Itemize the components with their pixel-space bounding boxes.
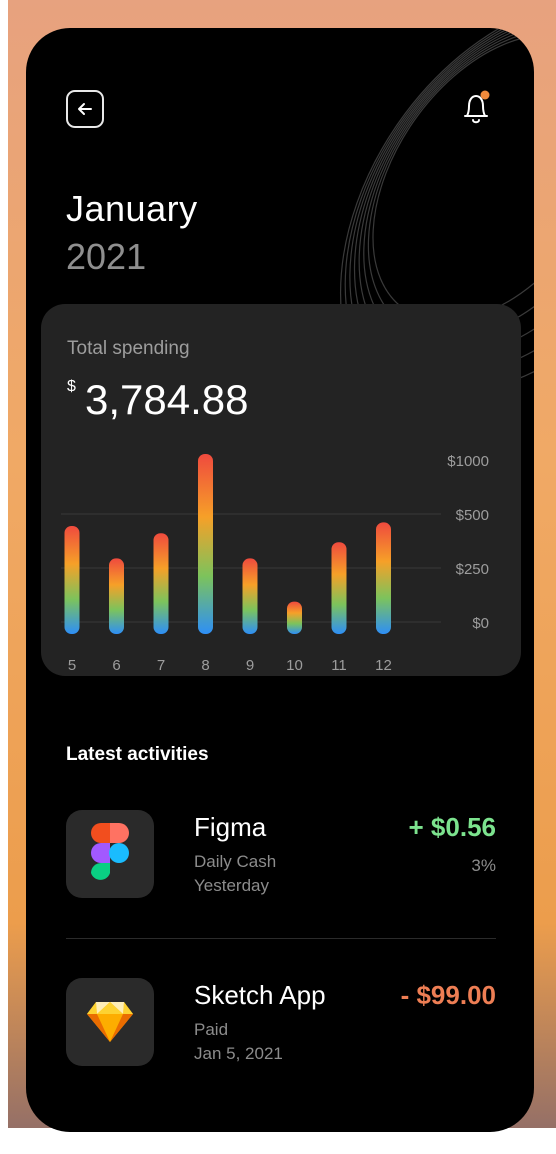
x-tick-label: 10 [286, 657, 303, 674]
arrow-left-icon [78, 103, 92, 115]
chart-bar [242, 558, 258, 634]
bell-icon [464, 90, 490, 124]
spending-chart: $1000 $500 $250 $0 5 6 7 8 9 10 11 12 [61, 453, 489, 674]
spending-card: Total spending $ 3,784.88 $1000 $500 $250 $… [41, 304, 521, 676]
activity-name: Sketch App [194, 980, 326, 1010]
activity-amount: - $99.00 [400, 980, 496, 1010]
chart-bar [109, 558, 124, 634]
activity-date: Jan 5, 2021 [194, 1044, 283, 1063]
chart-bar [376, 522, 391, 634]
x-tick-label: 7 [157, 657, 165, 674]
x-tick-label: 8 [201, 657, 209, 674]
y-tick-label: $250 [456, 561, 489, 578]
chart-bar [64, 526, 80, 634]
activity-amount: + $0.56 [408, 812, 496, 842]
month-title: January [66, 188, 198, 229]
x-tick-label: 9 [246, 657, 254, 674]
back-button[interactable] [66, 90, 104, 128]
x-tick-label: 11 [331, 657, 347, 674]
notification-dot [480, 90, 490, 100]
activity-type: Daily Cash [194, 852, 277, 871]
y-tick-label: $0 [472, 615, 489, 632]
chart-bar [153, 533, 169, 634]
section-title: Latest activities [66, 744, 209, 765]
x-tick-label: 12 [375, 657, 392, 674]
y-tick-label: $500 [456, 507, 489, 524]
x-tick-label: 5 [68, 657, 76, 674]
sketch-logo-icon [87, 1002, 133, 1042]
activity-row-sketch[interactable]: Sketch App Paid Jan 5, 2021 - $99.00 [66, 976, 496, 1076]
activity-divider [66, 938, 496, 939]
figma-logo-icon [91, 823, 129, 880]
activity-name: Figma [194, 812, 267, 842]
figma-app-icon [66, 810, 154, 898]
phone-screen: January 2021 Total spending $ 3,784.88 $… [26, 28, 534, 1132]
notification-button[interactable] [456, 88, 496, 132]
chart-bar [287, 601, 302, 634]
activity-type: Paid [194, 1020, 229, 1039]
year-title: 2021 [66, 236, 147, 277]
chart-bar [331, 542, 347, 634]
y-tick-label: $1000 [447, 453, 489, 470]
activity-row-figma[interactable]: Figma Daily Cash Yesterday + $0.56 3% [66, 808, 496, 908]
background-strip-left [0, 0, 8, 1154]
activity-percent: 3% [471, 856, 496, 875]
chart-bar [198, 454, 213, 634]
x-tick-label: 6 [112, 657, 120, 674]
sketch-app-icon [66, 978, 154, 1066]
activity-date: Yesterday [194, 876, 269, 895]
